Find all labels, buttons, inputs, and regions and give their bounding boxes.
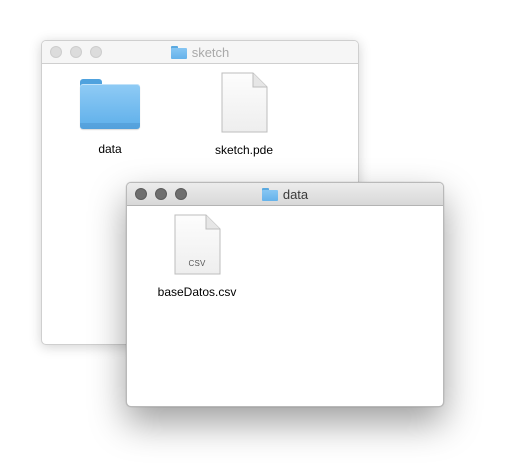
file-item-basedatos-csv[interactable]: CSV baseDatos.csv [145,214,249,299]
folder-icon [80,79,140,129]
window-title: sketch [42,41,358,63]
document-icon [220,72,268,133]
item-label: baseDatos.csv [157,285,237,299]
finder-window-data[interactable]: data CSV baseDatos.csv [126,182,444,407]
titlebar[interactable]: sketch [42,41,358,64]
csv-document-icon: CSV [173,214,221,275]
item-label: sketch.pde [214,143,274,157]
file-item-sketch-pde[interactable]: sketch.pde [204,72,284,157]
file-extension-badge: CSV [188,259,206,268]
folder-icon [261,187,278,201]
window-title-text: data [282,186,309,202]
folder-item-data[interactable]: data [80,79,140,156]
item-label: data [98,142,122,156]
folder-icon [170,45,187,59]
window-title: data [127,183,443,205]
window-title-text: sketch [191,44,230,60]
titlebar[interactable]: data [127,183,443,206]
